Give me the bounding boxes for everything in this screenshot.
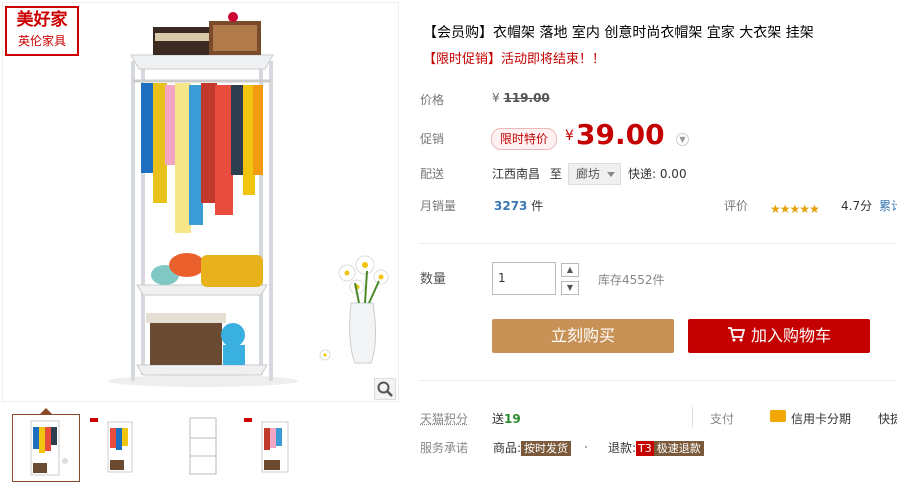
section-divider — [419, 380, 897, 381]
credit-installment-option[interactable]: 信用卡分期 — [791, 410, 851, 427]
thumbnail-image — [244, 418, 289, 473]
monthly-sales-count: 3273 — [494, 199, 528, 213]
shipping-label: 配送 — [420, 167, 445, 181]
original-price-value: 119.00 — [503, 91, 550, 105]
credit-card-icon — [770, 410, 786, 422]
add-to-cart-label: 加入购物车 — [750, 326, 831, 345]
rating-score: 4.7分 — [841, 199, 873, 213]
monthly-sales: 3273 件 — [494, 197, 543, 214]
points-value: 19 — [504, 412, 521, 426]
add-to-cart-button[interactable]: 加入购物车 — [688, 319, 870, 353]
thumbnail-image — [90, 418, 133, 473]
ship-origin: 江西南昌 至 — [492, 165, 562, 182]
goods-prefix: 商品: — [493, 441, 522, 455]
refund-prefix: 退款: — [608, 441, 637, 455]
stock-count: 库存4552件 — [598, 273, 665, 287]
quick-pay-option[interactable]: 快捷 — [878, 410, 897, 427]
promo-price-value: 39.00 — [576, 118, 665, 151]
service-goods: 商品: 按时发货 — [493, 439, 572, 456]
section-divider — [419, 243, 897, 244]
fast-refund-tag[interactable]: 极速退款 — [653, 441, 704, 456]
original-price: ¥ 119.00 — [492, 91, 550, 105]
price-label: 价格 — [420, 93, 445, 107]
ship-origin-city: 江西南昌 — [492, 167, 541, 181]
promo-banner-text: 【限时促销】活动即将结束！！ — [423, 52, 606, 67]
cumulative-reviews-link[interactable]: 累计 — [879, 197, 897, 214]
thumbnail-image — [30, 420, 68, 476]
thumbnail-1[interactable] — [12, 414, 80, 482]
cart-icon — [727, 320, 746, 354]
dropdown-caret-icon — [607, 172, 616, 177]
ship-to-word: 至 — [549, 167, 562, 181]
brand-subtitle: 英伦家具 — [17, 34, 66, 48]
thumbnail-image — [189, 417, 217, 475]
thumbnail-strip — [0, 402, 399, 502]
star-icon: ★ — [809, 202, 820, 216]
main-product-image[interactable] — [2, 2, 399, 402]
monthly-sales-unit: 件 — [531, 199, 544, 213]
product-title: 【会员购】衣帽架 落地 室内 创意时尚衣帽架 宜家 大衣架 挂架 — [423, 25, 814, 41]
quantity-increase-button[interactable]: ▲ — [561, 263, 579, 277]
promo-badge: 限时特价 — [491, 128, 558, 150]
promo-currency-symbol: ¥ — [565, 128, 574, 144]
currency-symbol: ¥ — [492, 91, 500, 105]
coat-rack-illustration — [108, 12, 389, 387]
payment-label: 支付 — [710, 412, 735, 426]
chevron-down-icon[interactable]: ▼ — [676, 133, 689, 146]
destination-select[interactable]: 廊坊 — [568, 163, 622, 185]
quantity-input[interactable]: 1 — [492, 262, 556, 295]
separator-dot — [585, 446, 587, 448]
destination-value: 廊坊 — [576, 167, 601, 181]
thumbnail-3[interactable] — [176, 414, 242, 480]
on-time-delivery-tag[interactable]: 按时发货 — [521, 441, 572, 456]
buy-now-button[interactable]: 立刻购买 — [492, 319, 674, 353]
service-label: 服务承诺 — [420, 441, 469, 455]
tmall-points: 送19 — [492, 410, 521, 427]
monthly-sales-label: 月销量 — [420, 199, 457, 213]
t3-badge: T3 — [636, 441, 654, 456]
product-gallery: 美好家 英伦家具 — [0, 0, 399, 502]
service-refund: 退款: T3 极速退款 — [608, 439, 704, 456]
quantity-decrease-button[interactable]: ▼ — [561, 281, 579, 295]
rating-label: 评价 — [724, 199, 749, 213]
rating-stars: ★★★★★ — [770, 198, 820, 217]
promo-price-label: 促销 — [420, 132, 445, 146]
brand-logo: 美好家 英伦家具 — [5, 6, 79, 56]
thumbnail-2[interactable] — [88, 414, 154, 480]
express-fee: 快递: 0.00 — [628, 167, 687, 181]
vertical-divider — [692, 407, 693, 427]
quantity-label: 数量 — [420, 272, 447, 287]
tmall-points-label[interactable]: 天猫积分 — [420, 410, 468, 427]
brand-name: 美好家 — [16, 10, 68, 30]
points-prefix: 送 — [492, 412, 505, 426]
thumbnail-4[interactable] — [242, 414, 308, 480]
zoom-button[interactable] — [374, 378, 396, 400]
magnifier-icon — [377, 381, 393, 397]
